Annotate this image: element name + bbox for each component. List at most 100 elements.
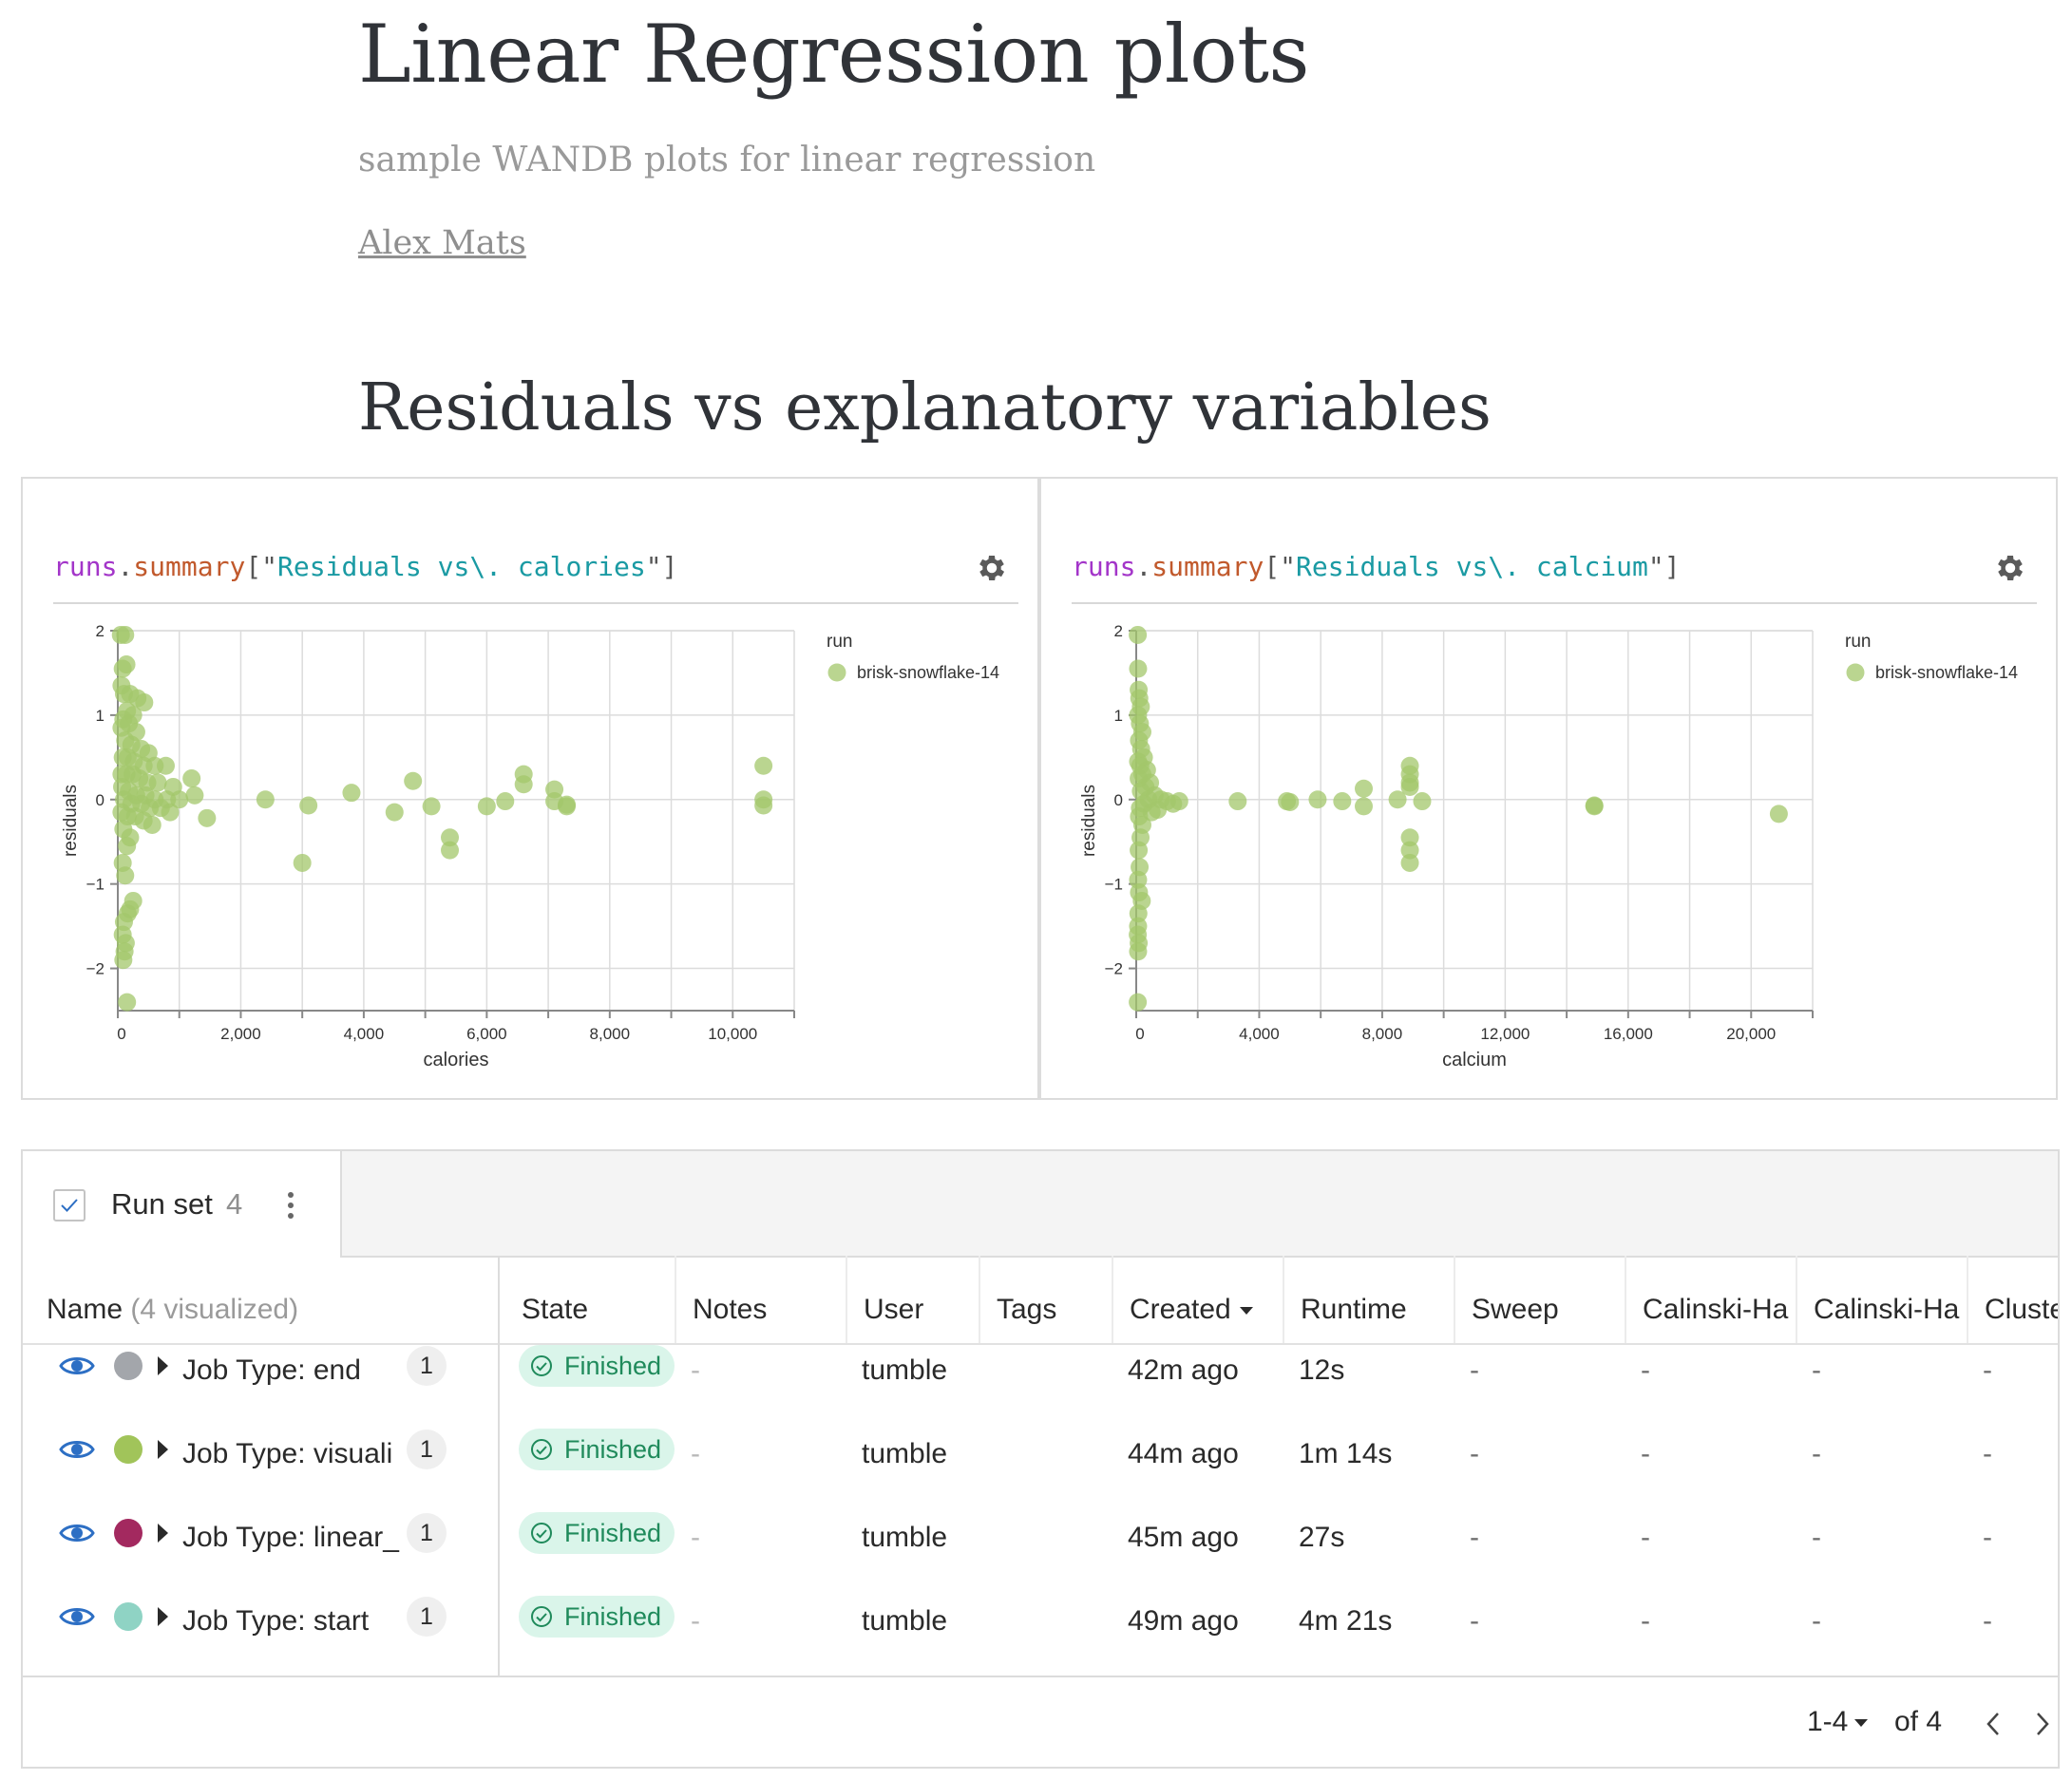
page-range: 1-4 [1807, 1706, 1849, 1737]
run-sweep: - [1470, 1605, 1479, 1637]
data-point [1585, 797, 1604, 816]
kebab-menu-icon[interactable] [281, 1189, 300, 1221]
chevron-right-icon[interactable] [2031, 1712, 2052, 1736]
author-link[interactable]: Alex Mats [358, 224, 526, 262]
x-axis-label: calories [424, 1050, 489, 1070]
column-user[interactable]: User [864, 1294, 923, 1326]
gear-icon[interactable] [1993, 551, 2027, 585]
data-point [496, 792, 515, 811]
x-tick-label: 0 [117, 1025, 125, 1043]
expr-runs: runs [53, 551, 118, 582]
run-cluster: - [1983, 1438, 1992, 1469]
run-sweep: - [1470, 1354, 1479, 1386]
status-label: Finished [564, 1519, 662, 1547]
column-calinski-2[interactable]: Calinski-Ha [1814, 1294, 1959, 1326]
eye-icon[interactable] [59, 1436, 95, 1463]
run-name[interactable]: Job Type: start [182, 1605, 369, 1638]
data-point [514, 775, 533, 794]
table-row[interactable]: Job Type: visuali 1 Finished - tumble 44… [23, 1408, 2058, 1491]
column-state[interactable]: State [522, 1294, 588, 1326]
y-axis-label: residuals [1079, 785, 1099, 857]
expr-dot: . [117, 551, 134, 582]
run-notes[interactable]: - [691, 1605, 700, 1638]
run-notes[interactable]: - [691, 1522, 700, 1554]
x-tick-label: 12,000 [1480, 1025, 1530, 1043]
run-runtime: 4m 21s [1299, 1605, 1393, 1637]
check-circle-icon [531, 1523, 552, 1543]
run-calinski-1: - [1641, 1605, 1650, 1637]
data-point [754, 796, 773, 815]
run-calinski-1: - [1641, 1522, 1650, 1553]
panel-expression: runs.summary["Residuals vs\. calories"] [53, 551, 677, 582]
y-tick-label: 2 [96, 622, 105, 640]
data-point [116, 625, 135, 644]
run-notes[interactable]: - [691, 1354, 700, 1387]
data-point [1129, 993, 1148, 1012]
table-row[interactable]: Job Type: start 1 Finished - tumble 49m … [23, 1575, 2058, 1658]
run-count-badge: 1 [407, 1597, 447, 1637]
column-tags[interactable]: Tags [997, 1294, 1056, 1326]
data-point [404, 771, 423, 790]
table-row[interactable]: Job Type: linear_ 1 Finished - tumble 45… [23, 1491, 2058, 1575]
check-icon [61, 1199, 78, 1212]
data-point [1400, 777, 1419, 796]
run-name[interactable]: Job Type: linear_ [182, 1522, 399, 1554]
data-point [1281, 792, 1300, 811]
eye-icon[interactable] [59, 1520, 95, 1546]
column-created[interactable]: Created [1130, 1294, 1254, 1326]
caret-right-icon[interactable] [158, 1607, 168, 1626]
column-sweep[interactable]: Sweep [1472, 1294, 1559, 1326]
run-color-swatch[interactable] [114, 1352, 143, 1380]
data-point [116, 866, 135, 885]
column-notes[interactable]: Notes [693, 1294, 767, 1326]
run-user: tumble [862, 1605, 948, 1637]
gear-icon[interactable] [975, 551, 1009, 585]
run-set-count: 4 [226, 1187, 243, 1221]
status-label: Finished [564, 1435, 662, 1464]
data-point [118, 993, 137, 1012]
x-tick-label: 8,000 [590, 1025, 631, 1043]
run-color-swatch[interactable] [114, 1435, 143, 1464]
expr-runs: runs [1072, 551, 1136, 582]
table-row[interactable]: Job Type: end 1 Finished - tumble 42m ag… [23, 1324, 2058, 1408]
x-tick-label: 0 [1135, 1025, 1144, 1043]
pagination-bar: 1-4 of 4 [23, 1676, 2058, 1767]
data-point [342, 784, 361, 803]
x-tick-label: 4,000 [344, 1025, 385, 1043]
caret-right-icon[interactable] [158, 1356, 168, 1375]
expr-summary: summary [1151, 551, 1264, 582]
run-name[interactable]: Job Type: end [182, 1354, 361, 1387]
data-point [477, 797, 496, 816]
run-name[interactable]: Job Type: visuali [182, 1438, 392, 1470]
run-set-tab[interactable]: Run set 4 [23, 1151, 342, 1258]
column-cluster[interactable]: Cluste [1985, 1294, 2058, 1326]
eye-icon[interactable] [59, 1603, 95, 1630]
column-name[interactable]: Name (4 visualized) [47, 1294, 298, 1326]
run-notes[interactable]: - [691, 1438, 700, 1470]
x-tick-label: 16,000 [1604, 1025, 1653, 1043]
y-tick-label: 1 [96, 707, 105, 725]
run-calinski-2: - [1812, 1522, 1821, 1553]
run-runtime: 1m 14s [1299, 1438, 1393, 1469]
run-count-badge: 1 [407, 1513, 447, 1553]
run-color-swatch[interactable] [114, 1519, 143, 1547]
legend-swatch [827, 663, 846, 682]
run-color-swatch[interactable] [114, 1602, 143, 1631]
data-point [1169, 792, 1188, 811]
eye-icon[interactable] [59, 1353, 95, 1379]
page-size-dropdown[interactable]: 1-4 [1807, 1706, 1869, 1738]
column-runtime[interactable]: Runtime [1301, 1294, 1407, 1326]
expr-key: Residuals vs\. calcium [1296, 551, 1648, 582]
chevron-left-icon[interactable] [1984, 1712, 2005, 1736]
expr-open: [" [1264, 551, 1297, 582]
caret-right-icon[interactable] [158, 1440, 168, 1459]
y-tick-label: 1 [1114, 707, 1123, 725]
run-set-checkbox[interactable] [53, 1189, 86, 1221]
run-calinski-2: - [1812, 1605, 1821, 1637]
caret-right-icon[interactable] [158, 1524, 168, 1543]
y-tick-label: −2 [86, 960, 105, 978]
column-calinski-1[interactable]: Calinski-Ha [1643, 1294, 1788, 1326]
data-point [1400, 853, 1419, 872]
data-point [293, 853, 312, 872]
data-point [1769, 805, 1788, 824]
